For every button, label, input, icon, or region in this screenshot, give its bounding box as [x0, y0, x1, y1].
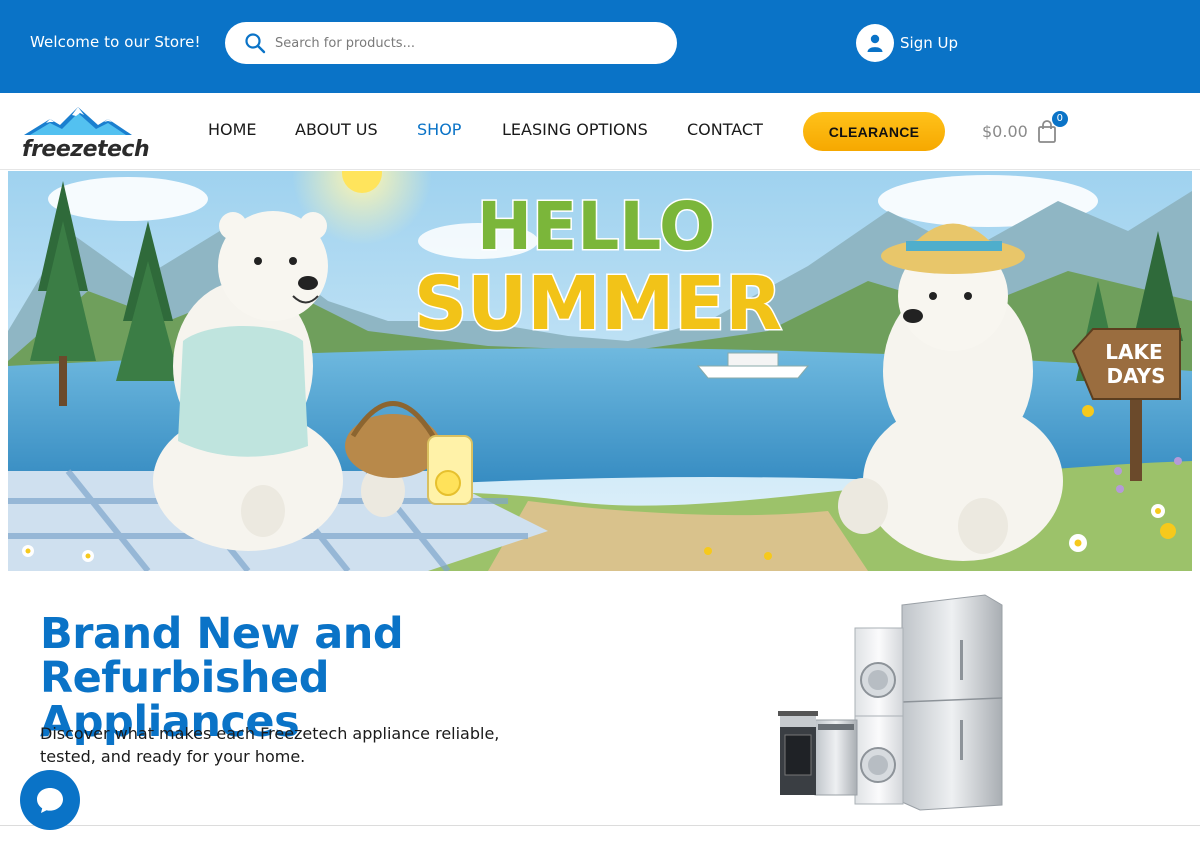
nav-item-contact[interactable]: CONTACT: [687, 120, 763, 139]
welcome-text: Welcome to our Store!: [30, 33, 201, 51]
hero-sign-line2: DAYS: [1106, 364, 1165, 388]
nav-item-home[interactable]: HOME: [208, 120, 257, 139]
nav-item-shop[interactable]: SHOP: [417, 120, 461, 139]
cart-amount[interactable]: $0.00: [982, 122, 1028, 141]
cart-count-badge: 0: [1051, 111, 1068, 127]
mountain-logo-icon: [24, 107, 132, 135]
search-box[interactable]: [225, 22, 677, 64]
section-divider: [0, 825, 1200, 826]
hero-sign-line1: LAKE: [1105, 340, 1162, 364]
chat-widget-button[interactable]: [20, 770, 80, 830]
logo-text: freezetech: [22, 137, 150, 162]
signup-label[interactable]: Sign Up: [900, 34, 958, 52]
top-bar: Welcome to our Store! Sign Up: [0, 0, 1200, 93]
freezetech-logo[interactable]: freezetech: [20, 101, 150, 163]
intro-title-line1: Brand New and: [40, 609, 404, 659]
search-input[interactable]: [275, 30, 655, 56]
hero-illustration: HELLO SUMMER LAKE DAYS: [8, 171, 1192, 571]
hero-headline-line1: HELLO: [477, 188, 715, 265]
main-navigation: freezetech HOME ABOUT US SHOP LEASING OP…: [0, 93, 1200, 170]
hero-banner[interactable]: HELLO SUMMER LAKE DAYS: [8, 171, 1192, 571]
cart-link[interactable]: $0.00 0: [982, 111, 1068, 145]
shopping-bag-icon[interactable]: 0: [1036, 111, 1068, 144]
hero-headline-line2: SUMMER: [414, 261, 782, 347]
search-icon[interactable]: [243, 31, 267, 55]
chat-bubble-icon[interactable]: [34, 784, 66, 816]
signup-link[interactable]: Sign Up: [856, 24, 958, 62]
user-icon[interactable]: [856, 24, 894, 62]
nav-item-leasing-options[interactable]: LEASING OPTIONS: [502, 120, 648, 139]
clearance-button[interactable]: CLEARANCE: [803, 112, 945, 151]
intro-description: Discover what makes each Freezetech appl…: [40, 724, 500, 766]
nav-item-about-us[interactable]: ABOUT US: [295, 120, 378, 139]
appliances-image: [770, 590, 1020, 815]
